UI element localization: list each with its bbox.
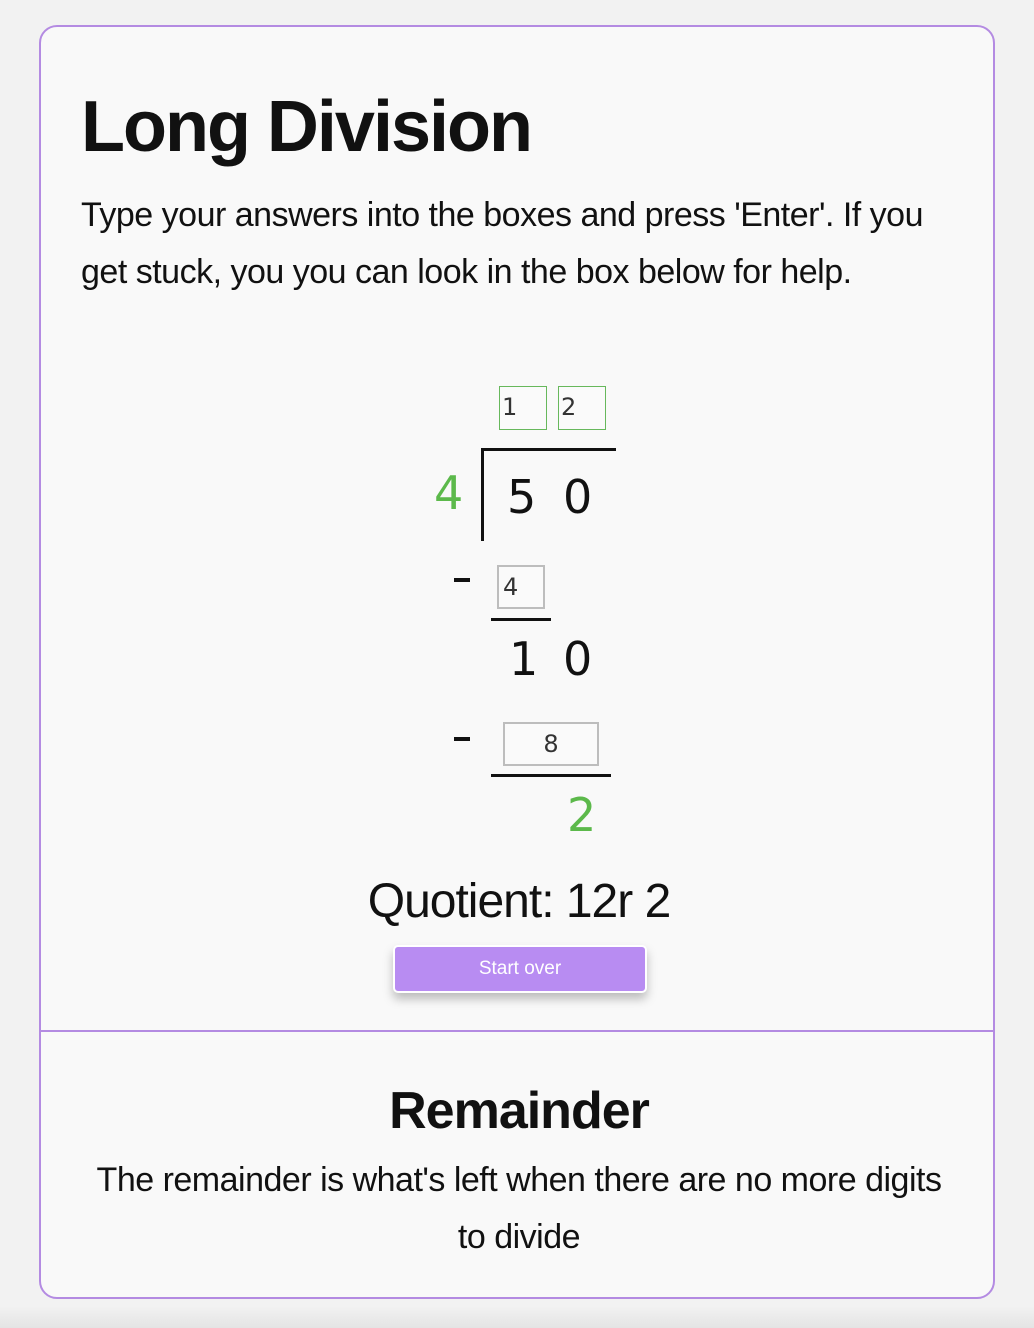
subtract-input-2[interactable]: 8 [503,722,599,766]
dividend-digit-1: 5 [507,470,537,524]
division-bracket-side [481,448,484,541]
quotient-digit-input-2[interactable]: 2 [558,386,606,430]
help-title: Remainder [389,1082,650,1140]
quotient-digit-input-1[interactable]: 1 [499,386,547,430]
page-bottom-shadow [0,1306,1034,1328]
subtract-sign-2 [454,737,470,741]
help-text: The remainder is what's left when there … [96,1161,942,1256]
long-division-card: Long Division Type your answers into the… [39,25,995,1299]
difference-digit-2: 0 [563,632,593,686]
dividend-digit-2: 0 [563,470,593,524]
remainder-digit: 2 [567,788,597,842]
division-bracket-top [481,448,616,451]
quotient-result: Quotient: 12r 2 [367,875,672,928]
subtract-sign-1 [454,578,470,582]
subtract-input-1[interactable]: 4 [497,565,545,609]
difference-digit-1: 1 [509,632,539,686]
instructions-text: Type your answers into the boxes and pre… [81,196,924,291]
subtraction-rule-2 [491,774,611,777]
subtraction-rule-1 [491,618,551,621]
section-divider [41,1030,993,1032]
start-over-button[interactable]: Start over [393,945,647,993]
divisor: 4 [434,466,464,520]
page-title: Long Division [81,87,533,167]
